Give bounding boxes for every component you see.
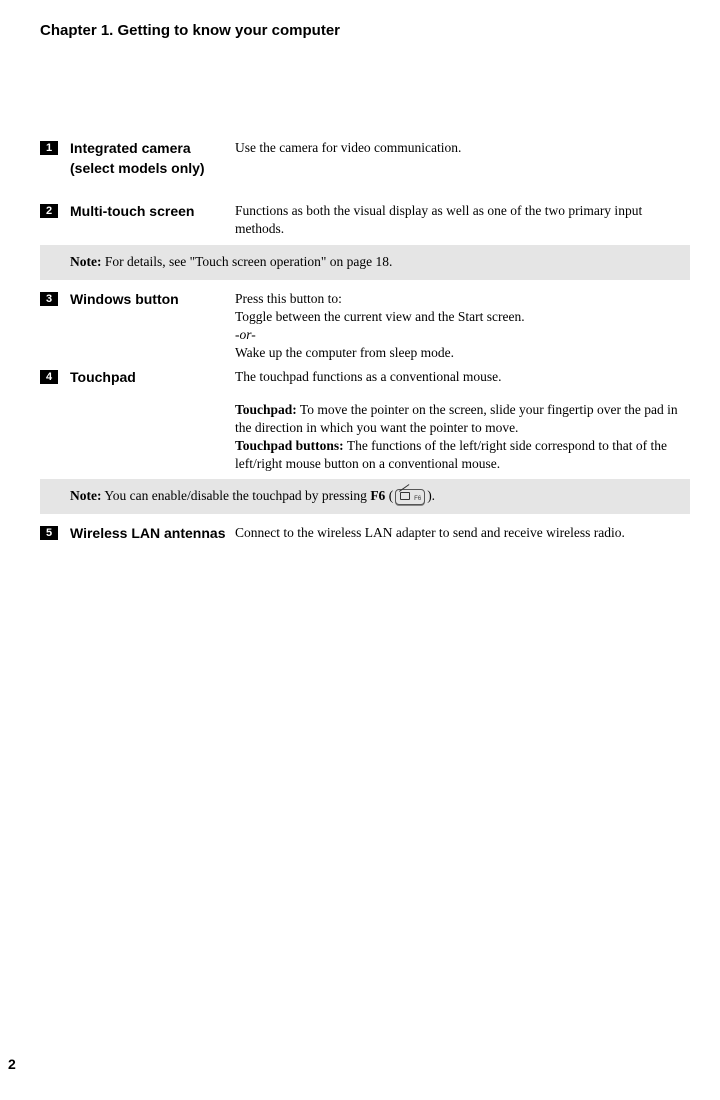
keycap-sublabel: F6 [414,495,421,503]
chapter-title: Chapter 1. Getting to know your computer [40,22,690,39]
note-text: You can enable/disable the touchpad by p… [101,488,370,503]
callout-badge-5: 5 [40,526,58,540]
feature-term: Touchpad [58,368,233,388]
touchpad-toggle-key-icon: F6 [395,489,425,505]
page-number: 2 [8,1056,16,1072]
touchpad-label: Touchpad: [235,402,297,417]
note-box: Note: For details, see "Touch screen ope… [40,245,690,280]
note-text: For details, see "Touch screen operation… [101,254,392,269]
feature-row: 1 Integrated camera (select models only)… [40,139,690,178]
paren-open: ( [385,488,393,503]
note-label: Note: [70,254,101,269]
f6-key-text: F6 [370,488,385,503]
desc-line: Wake up the computer from sleep mode. [235,345,454,360]
feature-row: 5 Wireless LAN antennas Connect to the w… [40,524,690,544]
callout-badge-4: 4 [40,370,58,384]
feature-row: 2 Multi-touch screen Functions as both t… [40,202,690,238]
desc-line: The touchpad functions as a conventional… [235,369,502,384]
note-box: Note: You can enable/disable the touchpa… [40,479,690,514]
note-label: Note: [70,488,101,503]
touchpad-buttons-label: Touchpad buttons: [235,438,344,453]
feature-desc: Use the camera for video communication. [233,139,690,157]
feature-row: 4 Touchpad The touchpad functions as a c… [40,368,690,473]
callout-badge-2: 2 [40,204,58,218]
callout-badge-3: 3 [40,292,58,306]
feature-desc: Connect to the wireless LAN adapter to s… [233,524,690,542]
desc-line: Toggle between the current view and the … [235,309,525,324]
feature-term: Multi-touch screen [58,202,233,222]
feature-desc: The touchpad functions as a conventional… [233,368,690,473]
feature-desc: Functions as both the visual display as … [233,202,690,238]
feature-term: Wireless LAN antennas [58,524,233,544]
paren-close: ). [427,488,435,503]
desc-line: Press this button to: [235,291,342,306]
feature-desc: Press this button to: Toggle between the… [233,290,690,363]
desc-or: -or- [235,327,256,342]
feature-term: Windows button [58,290,233,310]
callout-badge-1: 1 [40,141,58,155]
feature-row: 3 Windows button Press this button to: T… [40,290,690,363]
touchpad-text: To move the pointer on the screen, slide… [235,402,678,435]
feature-term: Integrated camera (select models only) [58,139,233,178]
